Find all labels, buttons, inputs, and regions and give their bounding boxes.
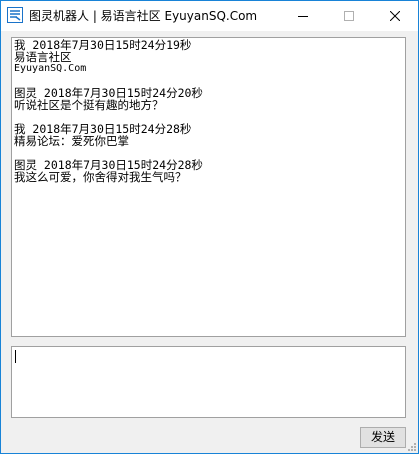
close-button[interactable] (372, 1, 418, 31)
close-icon (390, 11, 400, 21)
window-title: 图灵机器人 | 易语言社区 EyuyanSQ.Com (29, 9, 258, 23)
chat-message: 图灵 2018年7月30日15时24分28秒 我这么可爱，你舍得对我生气吗？ (14, 159, 203, 183)
message-input[interactable] (11, 346, 406, 418)
chat-message: 图灵 2018年7月30日15时24分20秒 听说社区是个挺有趣的地方？ (14, 87, 203, 111)
text-caret (15, 350, 16, 363)
maximize-button[interactable] (326, 1, 372, 31)
app-logo-icon (7, 7, 23, 23)
message-text: 易语言社区 (14, 50, 72, 64)
chat-history[interactable]: 我 2018年7月30日15时24分19秒 易语言社区 EyuyanSQ.Com… (11, 37, 406, 337)
send-button[interactable]: 发送 (360, 427, 406, 448)
message-text: 听说社区是个挺有趣的地方？ (14, 98, 164, 112)
app-window: 图灵机器人 | 易语言社区 EyuyanSQ.Com 我 2018年7月30日1… (0, 0, 419, 454)
maximize-icon (344, 11, 354, 21)
message-text: 我这么可爱，你舍得对我生气吗？ (14, 170, 187, 184)
minimize-button[interactable] (280, 1, 326, 31)
minimize-icon (298, 16, 308, 17)
message-text: 精易论坛：爱死你巴掌 (14, 134, 129, 148)
message-text: EyuyanSQ.Com (14, 63, 87, 74)
chat-message: 我 2018年7月30日15时24分19秒 易语言社区 EyuyanSQ.Com (14, 39, 203, 75)
chat-messages: 我 2018年7月30日15时24分19秒 易语言社区 EyuyanSQ.Com… (14, 39, 203, 195)
resize-grip-icon[interactable] (406, 441, 416, 451)
chat-message: 我 2018年7月30日15时24分28秒 精易论坛：爱死你巴掌 (14, 123, 203, 147)
title-bar[interactable]: 图灵机器人 | 易语言社区 EyuyanSQ.Com (1, 1, 418, 31)
